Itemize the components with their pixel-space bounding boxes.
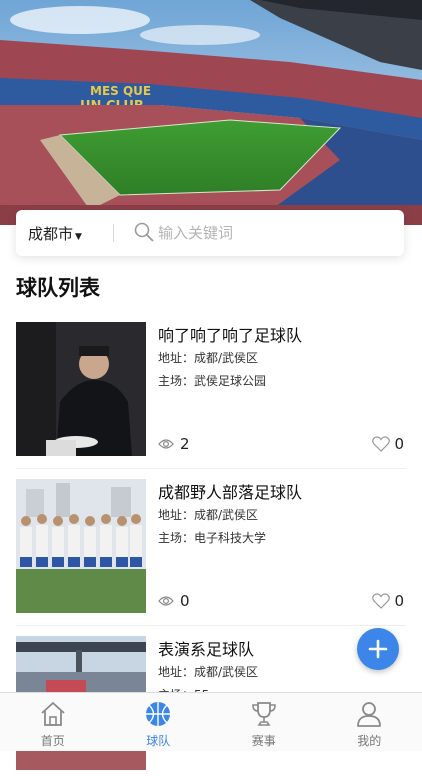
divider [16, 625, 406, 626]
basketball-icon [144, 700, 172, 728]
team-item[interactable]: 成都野人部落足球队 地址：成都/武侯区 主场：电子科技大学 0 0 [0, 479, 422, 619]
divider [16, 468, 406, 469]
tab-home[interactable]: 首页 [0, 693, 106, 751]
divider [113, 224, 114, 242]
plus-icon [368, 639, 388, 659]
city-label: 成都市 [28, 225, 73, 243]
tab-teams-label: 球队 [106, 732, 212, 749]
like-button[interactable]: 0 [372, 435, 404, 453]
like-count-value: 0 [394, 435, 404, 453]
team-name: 表演系足球队 [158, 636, 254, 660]
team-photo [16, 322, 146, 456]
tab-events[interactable]: 赛事 [211, 693, 317, 751]
team-address: 地址：成都/武侯区 [158, 663, 258, 680]
heart-icon [372, 436, 390, 452]
add-team-button[interactable] [357, 628, 399, 670]
team-item[interactable]: 响了响了响了足球队 地址：成都/武侯区 主场：武侯足球公园 2 0 [0, 322, 422, 462]
team-venue: 主场：电子科技大学 [158, 529, 266, 546]
team-name: 成都野人部落足球队 [158, 479, 302, 503]
search-bar: 成都市▼ [16, 210, 404, 256]
tab-teams[interactable]: 球队 [106, 693, 212, 751]
team-photo [16, 479, 146, 613]
bottom-tab-bar: 首页 球队 赛事 我的 [0, 692, 422, 751]
view-count: 2 [158, 435, 190, 453]
team-address: 地址：成都/武侯区 [158, 506, 258, 523]
team-venue: 主场：武侯足球公园 [158, 372, 266, 389]
user-icon [355, 700, 383, 728]
tab-me-label: 我的 [317, 732, 422, 749]
team-address: 地址：成都/武侯区 [158, 349, 258, 366]
view-count: 0 [158, 592, 190, 610]
view-count-value: 2 [180, 435, 190, 453]
hero-stadium-image: MES QUE UN CLUB [0, 0, 422, 225]
tab-me[interactable]: 我的 [317, 693, 422, 751]
search-icon [134, 222, 154, 242]
eye-icon [158, 438, 174, 450]
tab-events-label: 赛事 [211, 732, 317, 749]
section-title: 球队列表 [16, 272, 100, 302]
like-count-value: 0 [394, 592, 404, 610]
chevron-down-icon: ▼ [75, 232, 82, 242]
view-count-value: 0 [180, 592, 190, 610]
trophy-icon [250, 700, 278, 728]
hero-stand-text-1: MES QUE [90, 84, 151, 98]
like-button[interactable]: 0 [372, 592, 404, 610]
tab-home-label: 首页 [0, 732, 106, 749]
team-name: 响了响了响了足球队 [158, 322, 302, 346]
search-input[interactable] [158, 222, 388, 244]
home-icon [39, 700, 67, 728]
heart-icon [372, 593, 390, 609]
eye-icon [158, 595, 174, 607]
city-selector[interactable]: 成都市▼ [28, 223, 82, 244]
